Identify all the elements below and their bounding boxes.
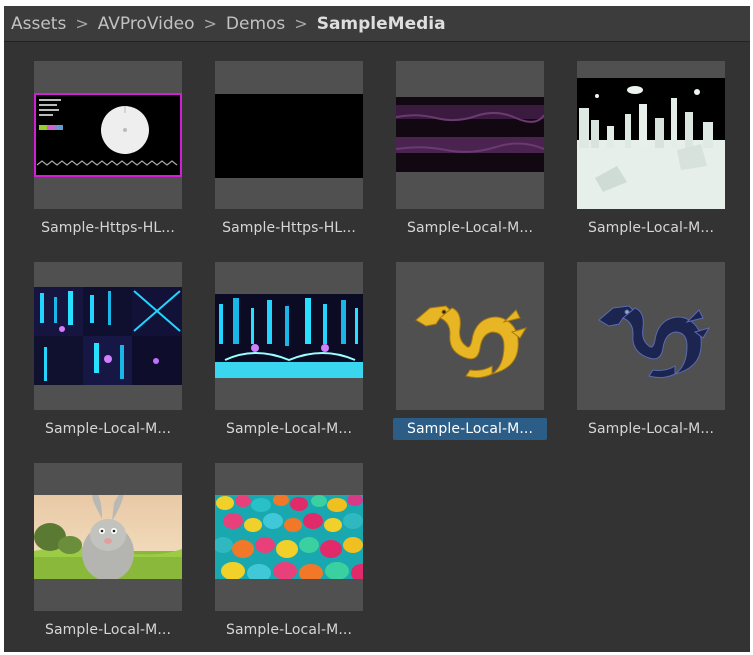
asset-tile[interactable]: Sample-Local-M... [214,243,366,437]
asset-label: Sample-Local-M... [587,421,714,437]
asset-tile[interactable]: Sample-Https-HL... [33,42,185,236]
asset-tile[interactable]: Sample-Local-M... [576,42,728,236]
asset-tile[interactable]: Sample-Https-HL... [214,42,366,236]
thumbnail-white-city-360 [577,61,725,209]
thumbnail-colorful-cylinders [215,463,363,611]
asset-label: Sample-Https-HL... [222,220,356,236]
breadcrumb-assets[interactable]: Assets [11,14,66,34]
asset-tile[interactable]: Sample-Local-M... [33,444,185,638]
thumbnail-neon-cubemap [34,262,182,410]
asset-label: Sample-Local-M... [225,421,352,437]
breadcrumb-separator-icon: > [203,14,217,33]
breadcrumb-separator-icon: > [294,14,308,33]
asset-label: Sample-Https-HL... [41,220,175,236]
thumbnail-purple-stripes [396,61,544,209]
asset-label: Sample-Local-M... [406,220,533,236]
asset-label: Sample-Local-M... [44,622,171,638]
breadcrumb-avprovideo[interactable]: AVProVideo [98,14,195,34]
breadcrumb-demos[interactable]: Demos [226,14,285,34]
asset-tile[interactable]: Sample-Local-M... [395,42,547,236]
asset-grid: Sample-Https-HL... Sample-Https-HL... Sa… [4,42,750,652]
asset-tile[interactable]: Sample-Local-M... [214,444,366,638]
thumbnail-gold-dragon [396,262,544,410]
breadcrumb: Assets > AVProVideo > Demos > SampleMedi… [4,6,750,42]
breadcrumb-samplemedia: SampleMedia [316,13,446,34]
asset-tile[interactable]: Sample-Local-M... [33,243,185,437]
asset-label: Sample-Local-M... [587,220,714,236]
asset-label: Sample-Local-M... [225,622,352,638]
thumbnail-video-test-pattern [34,61,182,209]
thumbnail-blue-dragon [577,262,725,410]
asset-label: Sample-Local-M... [393,418,547,440]
asset-label: Sample-Local-M... [44,421,171,437]
asset-tile[interactable]: Sample-Local-M... [393,243,547,440]
thumbnail-black-frame [215,61,363,209]
thumbnail-cartoon-rabbit [34,463,182,611]
breadcrumb-separator-icon: > [75,14,89,33]
thumbnail-neon-equirect [215,262,363,410]
asset-tile[interactable]: Sample-Local-M... [576,243,728,437]
project-browser-panel: Assets > AVProVideo > Demos > SampleMedi… [4,6,750,652]
